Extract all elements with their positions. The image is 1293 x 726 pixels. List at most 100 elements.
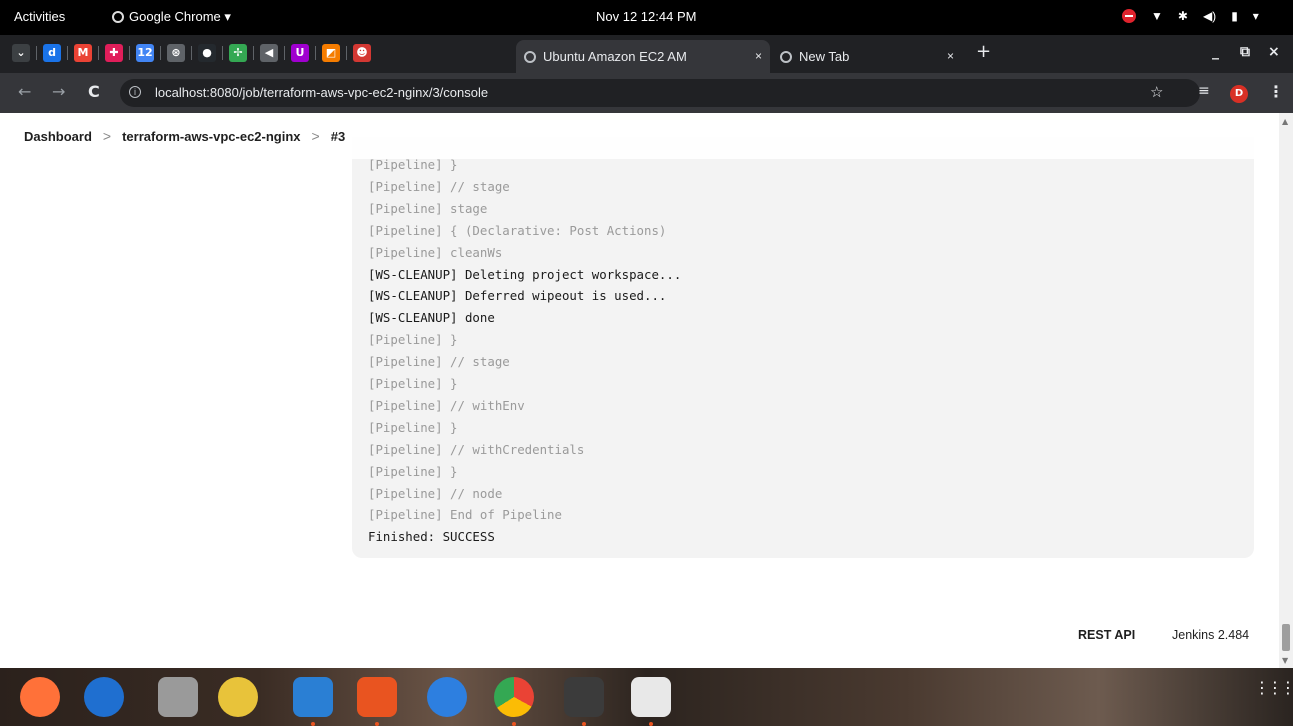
- close-window-button[interactable]: ×: [1268, 44, 1280, 60]
- libreoffice-writer-icon[interactable]: [293, 677, 333, 717]
- address-url[interactable]: localhost:8080/job/terraform-aws-vpc-ec2…: [155, 79, 488, 107]
- tab-separator: [36, 46, 37, 60]
- tab-separator: [346, 46, 347, 60]
- console-line: [Pipeline] // stage: [368, 354, 510, 370]
- new-tab-button[interactable]: +: [976, 41, 991, 62]
- help-icon[interactable]: [427, 677, 467, 717]
- chrome-icon[interactable]: [494, 677, 534, 717]
- restore-window-button[interactable]: ⧉: [1240, 44, 1250, 60]
- system-tray[interactable]: ▼ ✱ ◀) ▮ ▾: [1122, 7, 1259, 25]
- app-menu-button[interactable]: Google Chrome ▾: [112, 9, 231, 25]
- close-tab-icon[interactable]: ×: [755, 40, 762, 73]
- console-line: Finished: SUCCESS: [368, 529, 495, 545]
- reading-list-icon[interactable]: ≡: [1198, 83, 1210, 99]
- gnome-top-bar: Activities Google Chrome ▾ Nov 12 12:44 …: [0, 0, 1293, 35]
- minimize-window-button[interactable]: _: [1212, 44, 1219, 60]
- document-viewer-icon[interactable]: [631, 677, 671, 717]
- tab-new-tab[interactable]: New Tab ×: [772, 40, 962, 73]
- console-line: [WS-CLEANUP] Deferred wipeout is used...: [368, 288, 667, 304]
- tab-title: Ubuntu Amazon EC2 AM: [543, 49, 687, 64]
- recording-indicator-icon[interactable]: [1122, 9, 1136, 23]
- chrome-toolbar: ← → C i localhost:8080/job/terraform-aws…: [0, 73, 1293, 113]
- forward-button[interactable]: →: [52, 82, 65, 101]
- console-line: [Pipeline] }: [368, 332, 458, 348]
- back-button[interactable]: ←: [18, 82, 31, 101]
- breadcrumb-build[interactable]: #3: [331, 129, 345, 144]
- gmail-icon[interactable]: M: [74, 44, 92, 62]
- ublock-icon[interactable]: U: [291, 44, 309, 62]
- profile-avatar[interactable]: D: [1230, 85, 1248, 103]
- console-line: [Pipeline] }: [368, 419, 458, 435]
- pinned-tabs: ⌄ d M ✚ 12 ⊛ ● ✢ ◀ U ◩ ☻: [6, 42, 377, 64]
- activities-button[interactable]: Activities: [14, 9, 65, 24]
- app-menu-label: Google Chrome ▾: [129, 9, 231, 24]
- chrome-favicon-icon: [524, 51, 536, 63]
- tab-separator: [129, 46, 130, 60]
- breadcrumb-job[interactable]: terraform-aws-vpc-ec2-nginx: [122, 129, 300, 144]
- tab-separator: [284, 46, 285, 60]
- tab-separator: [160, 46, 161, 60]
- terminal-icon[interactable]: [564, 677, 604, 717]
- console-output: [Pipeline] } [Pipeline] // stage [Pipeline…: [352, 137, 1254, 558]
- site-info-icon[interactable]: i: [129, 86, 141, 98]
- jenkins-console-page: Dashboard > terraform-aws-vpc-ec2-nginx …: [0, 113, 1279, 668]
- wifi-icon: ▼: [1151, 9, 1163, 23]
- show-applications-icon[interactable]: ⋮⋮⋮: [1254, 680, 1293, 696]
- battery-icon: ▮: [1231, 9, 1238, 23]
- clock[interactable]: Nov 12 12:44 PM: [596, 9, 696, 24]
- tab-separator: [67, 46, 68, 60]
- rhythmbox-icon[interactable]: [218, 677, 258, 717]
- console-line: [WS-CLEANUP] done: [368, 310, 495, 326]
- running-indicator: [311, 722, 315, 726]
- console-line: [Pipeline] End of Pipeline: [368, 507, 562, 523]
- running-indicator: [512, 722, 516, 726]
- chrome-tab-strip: ⌄ d M ✚ 12 ⊛ ● ✢ ◀ U ◩ ☻ Ubuntu Amazon EC2 AM × New…: [0, 35, 1293, 73]
- console-line: [Pipeline] // node: [368, 485, 503, 501]
- console-line: [Pipeline] cleanWs: [368, 244, 503, 260]
- firefox-icon[interactable]: [20, 677, 60, 717]
- running-indicator: [375, 722, 379, 726]
- console-line: [Pipeline] // stage: [368, 178, 510, 194]
- openai-icon[interactable]: ⊛: [167, 44, 185, 62]
- chrome-favicon-icon: [780, 51, 792, 63]
- d-app-icon[interactable]: d: [43, 44, 61, 62]
- chrome-menu-icon[interactable]: ⋮: [1268, 82, 1284, 101]
- chrome-app-icon: [112, 11, 124, 23]
- jenkins-icon[interactable]: ☻: [353, 44, 371, 62]
- breadcrumb-separator-icon: >: [102, 128, 112, 144]
- tab-separator: [98, 46, 99, 60]
- app-center-icon[interactable]: [357, 677, 397, 717]
- bluetooth-icon: ✱: [1177, 9, 1188, 23]
- scroll-down-icon[interactable]: ▼: [1282, 656, 1288, 665]
- rest-api-link[interactable]: REST API: [1078, 628, 1135, 642]
- breadcrumb-dashboard[interactable]: Dashboard: [24, 129, 92, 144]
- orange-app-icon[interactable]: ◩: [322, 44, 340, 62]
- thunderbird-icon[interactable]: [84, 677, 124, 717]
- tab-title: New Tab: [799, 49, 850, 64]
- down-chevron-icon[interactable]: ⌄: [12, 44, 30, 62]
- system-menu-chevron-icon[interactable]: ▾: [1253, 7, 1259, 25]
- speaker-icon[interactable]: ◀: [260, 44, 278, 62]
- tab-ubuntu-amazon-ec2[interactable]: Ubuntu Amazon EC2 AM ×: [516, 40, 770, 73]
- close-tab-icon[interactable]: ×: [947, 40, 954, 73]
- console-line: [Pipeline] }: [368, 157, 458, 172]
- page-scrollbar[interactable]: ▲ ▼: [1279, 113, 1293, 668]
- github-icon[interactable]: ●: [198, 44, 216, 62]
- bookmark-star-icon[interactable]: ☆: [1150, 79, 1163, 107]
- jenkins-version-link[interactable]: Jenkins 2.484: [1172, 628, 1249, 642]
- running-indicator: [582, 722, 586, 726]
- console-line: [Pipeline] }: [368, 463, 458, 479]
- tab-separator: [315, 46, 316, 60]
- console-line: [Pipeline] // withEnv: [368, 397, 525, 413]
- console-line: [WS-CLEANUP] Deleting project workspace.…: [368, 266, 682, 282]
- scroll-up-icon[interactable]: ▲: [1282, 117, 1288, 126]
- calendar-icon[interactable]: 12: [136, 44, 154, 62]
- slack-icon[interactable]: ✚: [105, 44, 123, 62]
- files-icon[interactable]: [158, 677, 198, 717]
- running-indicator: [649, 722, 653, 726]
- address-bar[interactable]: i localhost:8080/job/terraform-aws-vpc-e…: [120, 79, 1200, 107]
- tab-separator: [253, 46, 254, 60]
- reload-button[interactable]: C: [88, 82, 100, 101]
- scrollbar-thumb[interactable]: [1282, 624, 1290, 651]
- pinwheel-icon[interactable]: ✢: [229, 44, 247, 62]
